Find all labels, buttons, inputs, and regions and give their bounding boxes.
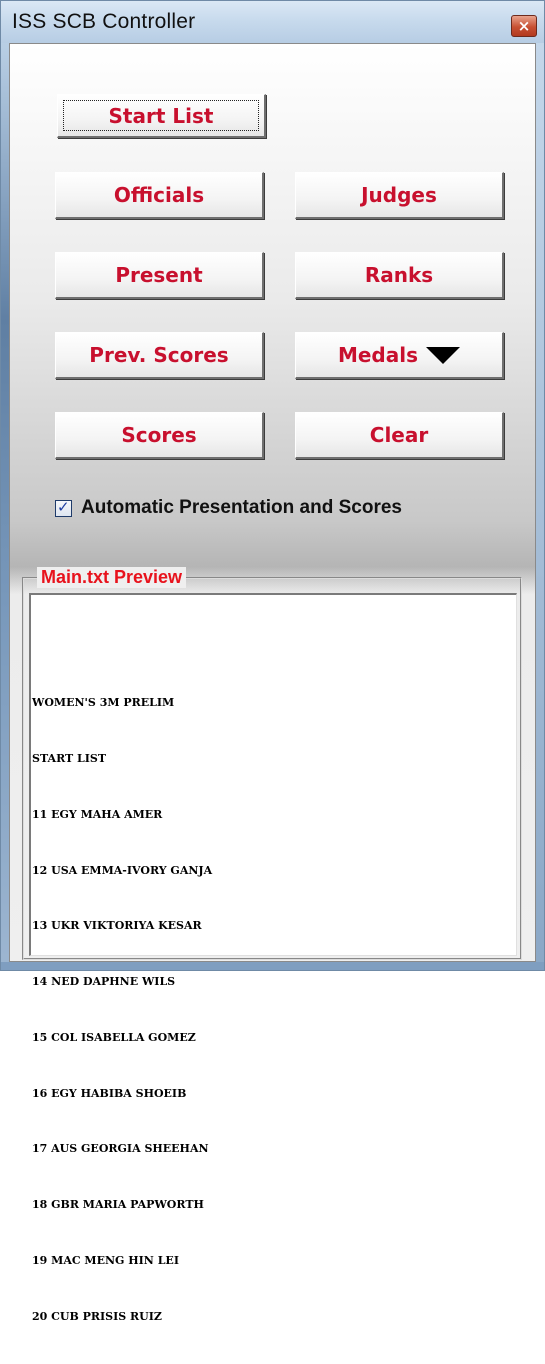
triangle-down-icon: [426, 346, 461, 364]
close-icon: ×: [517, 17, 531, 35]
medals-label: Medals: [337, 343, 419, 367]
present-button[interactable]: Present: [55, 252, 264, 299]
preview-line: 20 CUB PRISIS RUIZ: [32, 1309, 162, 1323]
clear-button[interactable]: Clear: [295, 412, 504, 459]
preview-line: 19 MAC MENG HIN LEI: [32, 1254, 179, 1267]
window-frame-right: [536, 43, 544, 970]
auto-presentation-checkbox[interactable]: ✓: [55, 497, 72, 517]
preview-line: 18 GBR MARIA PAPWORTH: [32, 1198, 204, 1212]
ranks-label: Ranks: [364, 263, 434, 287]
start-list-label: Start List: [108, 103, 214, 128]
preview-line: 11 EGY MAHA AMER: [32, 807, 163, 821]
preview-text: WOMEN'S 3M PRELIM START LIST 11 EGY MAHA…: [32, 657, 212, 1364]
title-bar[interactable]: ISS SCB Controller ×: [1, 1, 544, 43]
preview-line: 12 USA EMMA-IVORY GANJA: [32, 863, 213, 877]
judges-label: Judges: [361, 183, 437, 207]
judges-button[interactable]: Judges: [295, 172, 504, 219]
preview-line: 15 COL ISABELLA GOMEZ: [32, 1030, 196, 1044]
close-button[interactable]: ×: [511, 15, 537, 37]
officials-label: Officials: [113, 183, 205, 207]
auto-presentation-label: Automatic Presentation and Scores: [81, 497, 402, 518]
officials-button[interactable]: Officials: [55, 172, 264, 219]
ranks-button[interactable]: Ranks: [295, 252, 504, 299]
prev-scores-label: Prev. Scores: [89, 343, 229, 367]
clear-label: Clear: [369, 423, 429, 447]
medals-button[interactable]: Medals: [295, 332, 504, 379]
preview-line: 14 NED DAPHNE WILS: [32, 975, 176, 989]
preview-line: START LIST: [32, 751, 107, 765]
auto-presentation-option[interactable]: ✓ Automatic Presentation and Scores: [55, 496, 402, 520]
preview-group-label: Main.txt Preview: [37, 567, 187, 588]
scores-button[interactable]: Scores: [55, 412, 264, 459]
app-window: ISS SCB Controller × Start List Official…: [0, 0, 545, 1323]
preview-line: WOMEN'S 3M PRELIM: [32, 696, 175, 710]
scores-label: Scores: [121, 423, 197, 447]
window-title: ISS SCB Controller: [12, 10, 196, 33]
start-list-button[interactable]: Start List: [57, 94, 266, 138]
present-label: Present: [115, 263, 203, 287]
preview-line: 16 EGY HABIBA SHOEIB: [32, 1086, 187, 1100]
prev-scores-button[interactable]: Prev. Scores: [55, 332, 264, 379]
preview-line: 17 AUS GEORGIA SHEEHAN: [32, 1142, 209, 1156]
preview-line: 13 UKR VIKTORIYA KESAR: [32, 919, 202, 933]
checkmark-icon: ✓: [57, 497, 70, 516]
window-frame-left: [1, 43, 9, 970]
